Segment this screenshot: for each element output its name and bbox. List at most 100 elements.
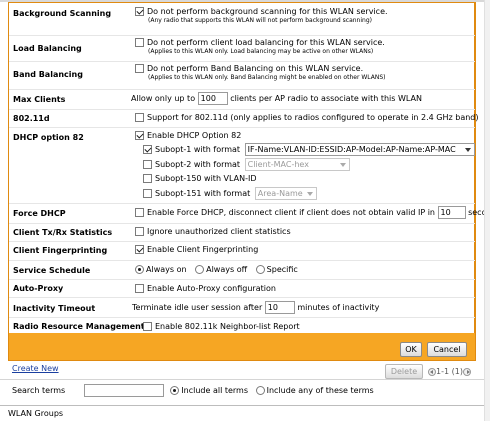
dhcp82-enable-checkbox[interactable] [135,131,144,140]
max-clients-suffix: clients per AP radio to associate with t… [230,94,422,103]
rrm-checkbox[interactable] [143,322,152,331]
subopt151-checkbox[interactable] [143,189,152,198]
pager: 1-1 (1) [428,367,471,376]
label-max-clients: Max Clients [13,95,66,104]
client-statistics-checkbox[interactable] [135,227,144,236]
row-radio-resource-management: Radio Resource Management Enable 802.11k… [9,318,475,333]
subopt1-format-value: IF-Name:VLAN-ID:ESSID:AP-Model:AP-Name:A… [247,145,456,154]
fingerprinting-checkbox[interactable] [135,245,144,254]
band-balancing-checkbox[interactable] [135,64,144,73]
chevron-down-icon [306,192,313,196]
next-page-icon[interactable] [462,367,471,376]
label-radio-resource-management: Radio Resource Management [13,322,145,331]
background-scanning-text: Do not perform background scanning for t… [147,7,388,16]
cancel-button[interactable]: Cancel [427,342,467,357]
pager-range: 1-1 (1) [436,367,463,376]
schedule-always-on-radio[interactable] [135,265,144,274]
create-new-link[interactable]: Create New [12,364,59,373]
chevron-down-icon [339,163,346,167]
row-max-clients: Max Clients Allow only up to 100 clients… [9,90,475,110]
subopt2-text: Subopt-2 with format [155,160,241,169]
row-client-fingerprinting: Client Fingerprinting Enable Client Fing… [9,242,475,261]
label-client-fingerprinting: Client Fingerprinting [13,246,108,255]
subopt1-checkbox[interactable] [143,145,152,154]
include-any-terms-radio[interactable] [255,386,265,395]
label-force-dhcp: Force DHCP [13,209,66,218]
schedule-always-off-radio[interactable] [195,265,205,274]
delete-button[interactable]: Delete [385,364,423,379]
row-service-schedule: Service Schedule Always on Always off Sp… [9,261,475,280]
max-clients-prefix: Allow only up to [131,94,196,103]
load-balancing-note: (Applies to this WLAN only. Load balanci… [148,48,374,55]
label-service-schedule: Service Schedule [13,266,91,275]
schedule-always-off-label: Always off [206,265,248,274]
label-band-balancing: Band Balancing [13,70,83,79]
row-load-balancing: Load Balancing Do not perform client loa… [9,36,475,62]
label-80211d: 802.11d [13,114,50,123]
client-statistics-text: Ignore unauthorized client statistics [147,227,291,236]
row-dhcp-option-82: DHCP option 82 Enable DHCP Option 82 Sub… [9,128,475,204]
subopt150-text: Subopt-150 with VLAN-ID [155,174,257,183]
row-background-scanning: Background Scanning Do not perform backg… [9,3,475,36]
fingerprinting-text: Enable Client Fingerprinting [147,245,259,254]
auto-proxy-text: Enable Auto-Proxy configuration [147,284,276,293]
label-background-scanning: Background Scanning [13,9,112,18]
subopt151-format-value: Area-Name [257,189,303,198]
max-clients-input[interactable]: 100 [197,92,228,105]
subopt151-format-select[interactable]: Area-Name [254,187,317,200]
subopt1-format-select[interactable]: IF-Name:VLAN-ID:ESSID:AP-Model:AP-Name:A… [244,143,475,156]
subopt2-format-value: Client-MAC-hex [247,160,309,169]
inactivity-prefix: Terminate idle user session after [132,303,263,312]
label-auto-proxy: Auto-Proxy [13,284,64,293]
include-any-terms-label: Include any of these terms [266,386,374,395]
prev-page-icon[interactable] [428,367,436,376]
subopt150-checkbox[interactable] [143,174,152,183]
include-all-terms-radio[interactable] [170,386,180,395]
advanced-options-panel: Background Scanning Do not perform backg… [9,3,490,333]
subopt1-text: Subopt-1 with format [155,145,241,154]
schedule-specific-label: Specific [266,265,298,274]
chevron-down-icon [464,148,471,152]
force-dhcp-timeout-input[interactable]: 10 [437,206,466,219]
label-dhcp-option-82: DHCP option 82 [13,133,84,142]
ok-button[interactable]: OK [400,342,422,357]
wlan-groups-section: WLAN Groups [0,405,484,421]
search-terms-label: Search terms [12,386,66,395]
include-all-terms-label: Include all terms [181,386,249,395]
80211d-text: Support for 802.11d (only applies to rad… [147,113,479,122]
row-80211d: 802.11d Support for 802.11d (only applie… [9,110,479,128]
load-balancing-text: Do not perform client load balancing for… [147,38,385,47]
wlan-groups-heading: WLAN Groups [8,409,64,418]
row-inactivity-timeout: Inactivity Timeout Terminate idle user s… [9,298,475,318]
row-auto-proxy: Auto-Proxy Enable Auto-Proxy configurati… [9,280,475,298]
rrm-text: Enable 802.11k Neighbor-list Report [155,322,300,331]
inactivity-timeout-input[interactable]: 10 [264,301,295,314]
dhcp82-enable-text: Enable DHCP Option 82 [147,131,242,140]
row-force-dhcp: Force DHCP Enable Force DHCP, disconnect… [9,204,490,224]
search-divider [0,379,490,380]
label-client-statistics: Client Tx/Rx Statistics [13,228,113,237]
background-scanning-note: (Any radio that supports this WLAN will … [148,17,372,24]
subopt151-text: Subopt-151 with format [155,189,251,198]
band-balancing-text: Do not perform Band Balancing on this WL… [147,64,364,73]
row-client-statistics: Client Tx/Rx Statistics Ignore unauthori… [9,224,475,242]
subopt2-format-select[interactable]: Client-MAC-hex [244,158,350,171]
load-balancing-checkbox[interactable] [135,38,144,47]
band-balancing-note: (Applies to this WLAN only. Band Balanci… [148,74,386,81]
force-dhcp-text: Enable Force DHCP, disconnect client if … [147,208,435,217]
auto-proxy-checkbox[interactable] [135,284,144,293]
80211d-checkbox[interactable] [135,113,144,122]
label-inactivity-timeout: Inactivity Timeout [13,304,96,313]
search-input[interactable] [83,384,164,397]
row-band-balancing: Band Balancing Do not perform Band Balan… [9,62,475,90]
label-load-balancing: Load Balancing [13,44,82,53]
schedule-specific-radio[interactable] [255,265,265,274]
edit-wlan-form: Background Scanning Do not perform backg… [8,2,490,361]
inactivity-suffix: minutes of inactivity [297,303,380,312]
subopt2-checkbox[interactable] [143,160,152,169]
schedule-always-on-label: Always on [146,265,187,274]
force-dhcp-checkbox[interactable] [135,208,144,217]
background-scanning-checkbox[interactable] [135,7,144,16]
page-scrollbar[interactable] [484,0,490,421]
search-bar: Search terms Include all terms Include a… [12,384,374,397]
